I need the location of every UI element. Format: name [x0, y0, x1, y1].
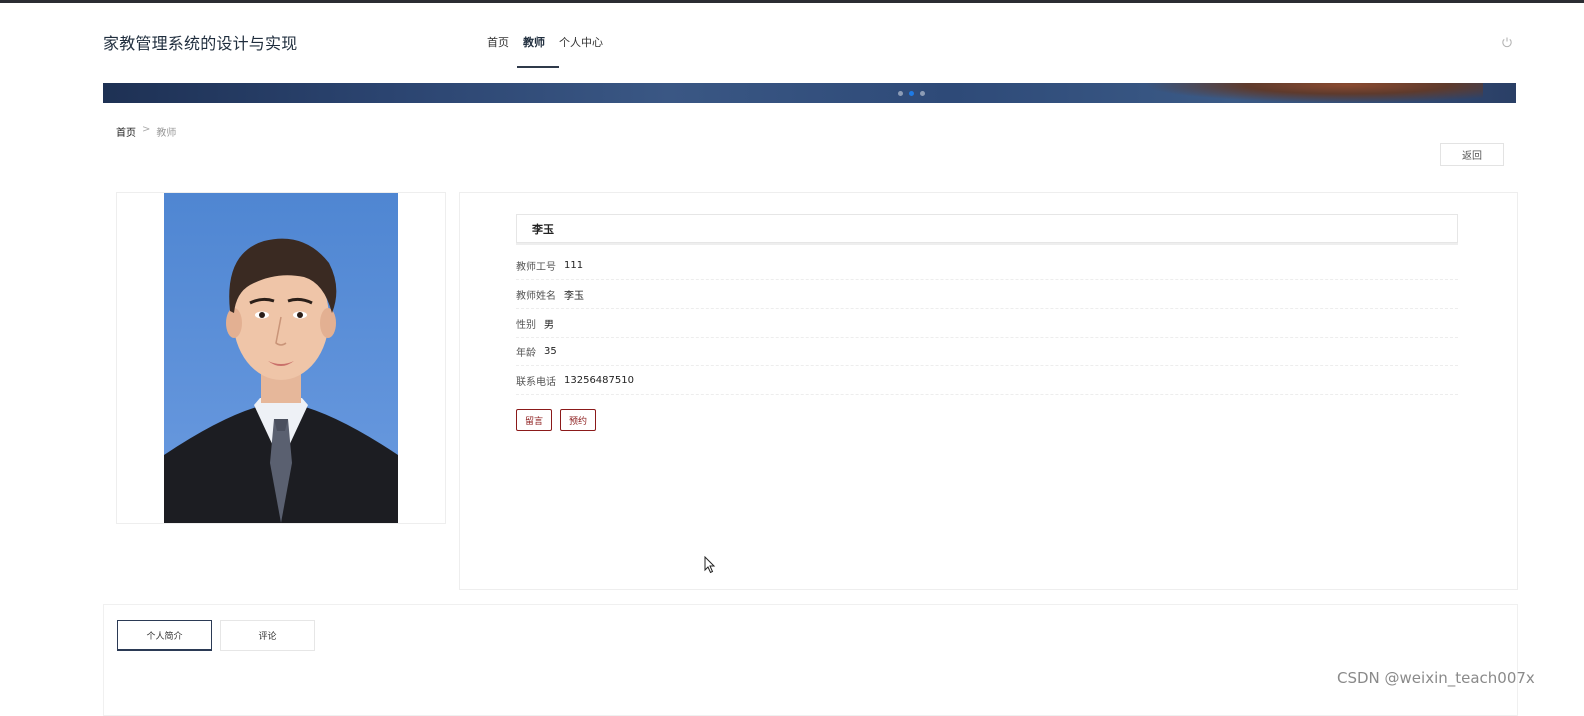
tab-profile[interactable]: 个人简介 — [117, 620, 212, 651]
breadcrumb-separator: > — [142, 124, 151, 135]
carousel-dot[interactable] — [920, 91, 925, 96]
banner-carousel[interactable] — [103, 83, 1516, 103]
reserve-button[interactable]: 预约 — [560, 409, 596, 431]
teacher-info-card: 李玉 教师工号 111 教师姓名 李玉 性别 男 年龄 35 联系电话 1325… — [459, 192, 1518, 590]
action-buttons: 留言 预约 — [516, 409, 596, 431]
field-phone: 联系电话 13256487510 — [516, 366, 1458, 395]
carousel-dot-active[interactable] — [909, 91, 914, 96]
breadcrumb-home[interactable]: 首页 — [116, 124, 136, 139]
watermark: CSDN @weixin_teach007x — [1337, 669, 1535, 687]
banner-image — [1143, 83, 1483, 103]
field-label: 联系电话 — [516, 376, 556, 388]
breadcrumb: 首页 > 教师 — [116, 124, 176, 139]
field-label: 教师姓名 — [516, 290, 556, 302]
field-value: 111 — [564, 259, 584, 271]
field-label: 年龄 — [516, 347, 536, 359]
field-teacher-name: 教师姓名 李玉 — [516, 280, 1458, 309]
main-nav: 首页 教师 个人中心 — [487, 34, 603, 68]
field-gender: 性别 男 — [516, 309, 1458, 338]
field-value: 男 — [544, 319, 554, 331]
detail-tabs-panel: 个人简介 评论 — [103, 604, 1518, 716]
teacher-photo — [164, 193, 398, 523]
power-icon[interactable] — [1500, 35, 1514, 49]
field-age: 年龄 35 — [516, 337, 1458, 366]
tab-comments[interactable]: 评论 — [220, 620, 315, 651]
teacher-photo-card — [116, 192, 446, 524]
back-button[interactable]: 返回 — [1440, 143, 1504, 166]
site-title: 家教管理系统的设计与实现 — [103, 34, 298, 53]
field-value: 李玉 — [564, 290, 584, 302]
field-label: 性别 — [516, 319, 536, 331]
carousel-dot[interactable] — [898, 91, 903, 96]
top-border — [0, 0, 1584, 3]
carousel-dots — [898, 91, 925, 96]
field-value: 35 — [544, 345, 557, 357]
teacher-name-title: 李玉 — [516, 214, 1458, 243]
message-button[interactable]: 留言 — [516, 409, 552, 431]
field-value: 13256487510 — [564, 374, 634, 386]
field-label: 教师工号 — [516, 261, 556, 273]
breadcrumb-current: 教师 — [156, 128, 177, 139]
mouse-cursor-icon — [704, 556, 716, 574]
nav-item-teacher[interactable]: 教师 — [517, 34, 559, 68]
field-teacher-id: 教师工号 111 — [516, 251, 1458, 280]
nav-item-home[interactable]: 首页 — [487, 34, 509, 50]
nav-item-personal-center[interactable]: 个人中心 — [559, 34, 603, 50]
